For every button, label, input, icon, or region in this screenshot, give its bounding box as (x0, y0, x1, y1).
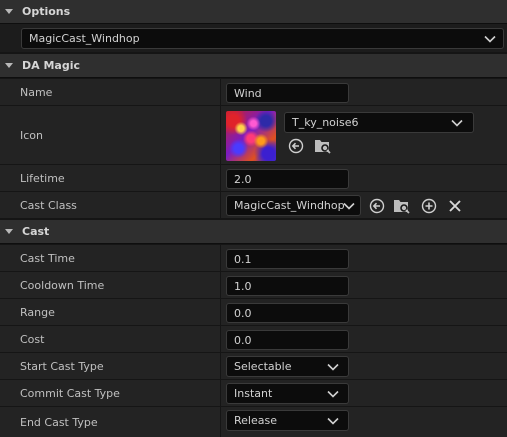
use-selected-arrow-icon[interactable] (369, 198, 385, 214)
collapse-arrow-icon[interactable] (5, 63, 13, 68)
property-row-range: Range 0.0 (0, 299, 507, 326)
section-da-magic[interactable]: DA Magic (0, 54, 507, 78)
chevron-down-icon (484, 35, 496, 43)
section-title: DA Magic (22, 59, 81, 72)
icon-thumbnail[interactable] (226, 111, 276, 161)
property-label: Icon (20, 128, 43, 142)
browse-folder-icon[interactable] (393, 198, 411, 214)
property-label: End Cast Type (20, 415, 98, 429)
icon-asset-combo[interactable]: T_ky_noise6 (284, 112, 474, 133)
range-value: 0.0 (234, 306, 252, 320)
options-row: MagicCast_Windhop (0, 24, 507, 53)
cooldown-input[interactable]: 1.0 (226, 276, 349, 296)
end-cast-type-combo[interactable]: Release (226, 410, 349, 431)
commit-cast-type-combo[interactable]: Instant (226, 383, 349, 404)
property-row-end-cast-type: End Cast Type Release (0, 407, 507, 437)
property-row-cost: Cost 0.0 (0, 326, 507, 353)
property-row-icon: Icon T_ky_noise6 (0, 106, 507, 165)
property-row-cooldown: Cooldown Time 1.0 (0, 272, 507, 299)
section-title: Cast (22, 225, 50, 238)
end-cast-type-value: Release (234, 414, 277, 427)
section-cast[interactable]: Cast (0, 220, 507, 244)
browse-folder-icon[interactable] (314, 138, 332, 154)
property-label: Commit Cast Type (20, 386, 120, 400)
collapse-arrow-icon[interactable] (5, 9, 13, 14)
property-label: Cost (20, 332, 45, 346)
chevron-down-icon (327, 363, 339, 371)
commit-cast-type-value: Instant (234, 387, 273, 400)
property-label: Name (20, 85, 53, 99)
property-row-lifetime: Lifetime 2.0 (0, 165, 507, 192)
start-cast-type-value: Selectable (234, 360, 292, 373)
lifetime-value: 2.0 (234, 172, 252, 186)
cast-time-input[interactable]: 0.1 (226, 249, 349, 269)
cost-input[interactable]: 0.0 (226, 330, 349, 350)
property-label: Cooldown Time (20, 278, 105, 292)
property-row-commit-cast-type: Commit Cast Type Instant (0, 380, 507, 407)
chevron-down-icon (343, 202, 355, 210)
property-row-cast-class: Cast Class MagicCast_Windhop (0, 192, 507, 219)
options-class-value: MagicCast_Windhop (29, 32, 140, 45)
name-value: Wind (234, 86, 262, 100)
name-input[interactable]: Wind (226, 83, 349, 103)
property-label: Range (20, 305, 55, 319)
section-options[interactable]: Options (0, 0, 507, 24)
cast-class-value: MagicCast_Windhop (234, 199, 345, 212)
range-input[interactable]: 0.0 (226, 303, 349, 323)
cast-class-combo[interactable]: MagicCast_Windhop (226, 195, 361, 216)
options-class-combo[interactable]: MagicCast_Windhop (21, 28, 504, 49)
property-label: Cast Time (20, 251, 75, 265)
cooldown-value: 1.0 (234, 279, 252, 293)
clear-icon[interactable] (448, 199, 462, 213)
chevron-down-icon (451, 119, 463, 127)
property-label: Lifetime (20, 171, 65, 185)
chevron-down-icon (327, 390, 339, 398)
property-row-name: Name Wind (0, 79, 507, 106)
use-selected-arrow-icon[interactable] (288, 138, 304, 154)
cost-value: 0.0 (234, 333, 252, 347)
property-row-cast-time: Cast Time 0.1 (0, 245, 507, 272)
add-icon[interactable] (421, 198, 437, 214)
cast-time-value: 0.1 (234, 252, 252, 266)
property-label: Start Cast Type (20, 359, 104, 373)
section-title: Options (22, 5, 71, 18)
collapse-arrow-icon[interactable] (5, 229, 13, 234)
lifetime-input[interactable]: 2.0 (226, 169, 349, 189)
icon-asset-value: T_ky_noise6 (292, 116, 359, 129)
chevron-down-icon (327, 417, 339, 425)
start-cast-type-combo[interactable]: Selectable (226, 356, 349, 377)
property-row-start-cast-type: Start Cast Type Selectable (0, 353, 507, 380)
property-label: Cast Class (20, 198, 77, 212)
